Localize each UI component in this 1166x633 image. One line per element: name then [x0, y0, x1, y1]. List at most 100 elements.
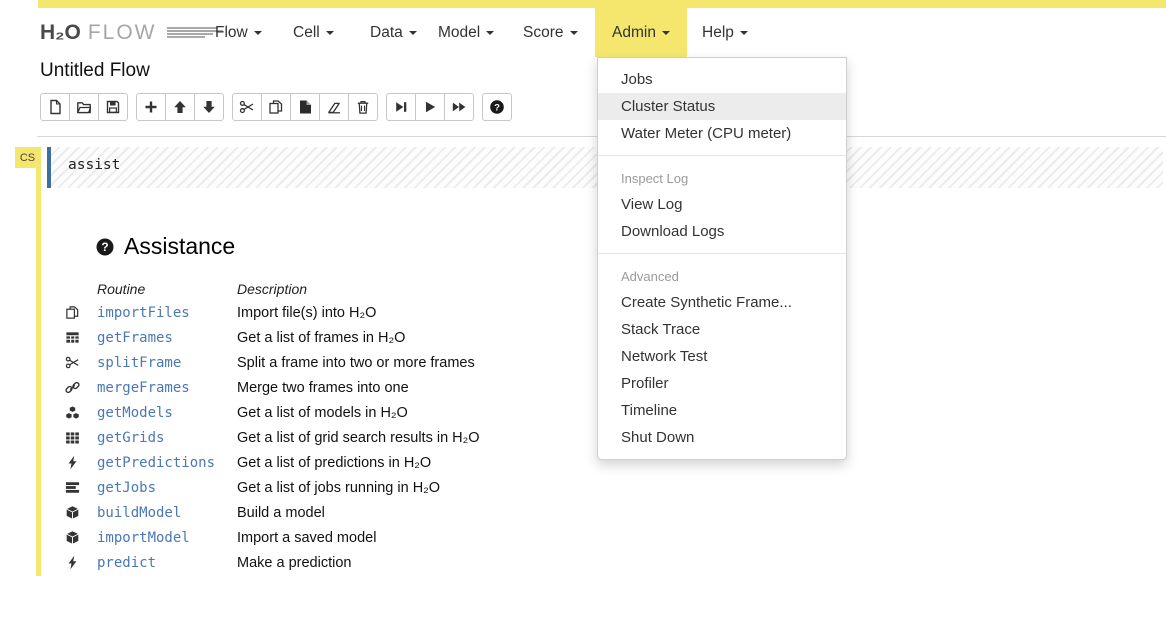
fast-forward-button[interactable] [444, 93, 474, 121]
eraser-button[interactable] [319, 93, 349, 121]
menu-section-header-advanced: Advanced [598, 262, 846, 289]
chevron-down-icon [486, 31, 494, 35]
cut-button[interactable] [232, 93, 262, 121]
app-logo[interactable]: H₂O FLOW [40, 8, 223, 57]
nav-item-label: Score [523, 24, 564, 42]
menu-item-stack-trace[interactable]: Stack Trace [598, 316, 846, 343]
column-header-routine: Routine [97, 281, 237, 297]
assist-row: splitFrame Split a frame into two or mor… [65, 350, 625, 375]
routine-link-getjobs[interactable]: getJobs [97, 480, 237, 496]
logo-h2o-text: H₂O [40, 21, 81, 45]
routine-description: Get a list of models in H₂O [237, 405, 625, 421]
save-button[interactable] [98, 93, 128, 121]
nav-item-label: Model [438, 24, 480, 42]
nav-item-label: Help [702, 24, 734, 42]
routine-link-getmodels[interactable]: getModels [97, 405, 237, 421]
step-forward-icon [393, 99, 409, 115]
nav-item-flow[interactable]: Flow [215, 8, 262, 57]
chevron-down-icon [740, 31, 748, 35]
nav-item-label: Data [370, 24, 403, 42]
routine-link-splitframe[interactable]: splitFrame [97, 355, 237, 371]
bolt-icon [65, 555, 80, 570]
copy-icon [268, 99, 284, 115]
assist-row: importFiles Import file(s) into H₂O [65, 300, 625, 325]
routine-description: Merge two frames into one [237, 380, 625, 396]
assist-row: getJobs Get a list of jobs running in H₂… [65, 475, 625, 500]
routine-description: Split a frame into two or more frames [237, 355, 625, 371]
menu-divider [598, 155, 846, 156]
toolbar-button-group [232, 93, 378, 121]
nav-item-admin[interactable]: Admin [595, 8, 687, 57]
selected-cell-indicator [36, 147, 41, 576]
cube-icon [65, 505, 80, 520]
routine-link-getframes[interactable]: getFrames [97, 330, 237, 346]
routine-link-predict[interactable]: predict [97, 555, 237, 571]
assist-row: mergeFrames Merge two frames into one [65, 375, 625, 400]
admin-dropdown-menu: JobsCluster StatusWater Meter (CPU meter… [597, 57, 847, 460]
toolbar-button-group [136, 93, 224, 121]
menu-item-download-logs[interactable]: Download Logs [598, 218, 846, 245]
menu-item-view-log[interactable]: View Log [598, 191, 846, 218]
file-icon [47, 99, 63, 115]
arrow-down-button[interactable] [194, 93, 224, 121]
nav-item-data[interactable]: Data [370, 8, 417, 57]
cell-type-badge: CS [15, 147, 40, 168]
assistance-title: Assistance [124, 233, 235, 260]
assistance-heading: ? Assistance [95, 233, 235, 260]
folder-open-icon [76, 99, 92, 115]
trash-button[interactable] [348, 93, 378, 121]
question-circle-button[interactable]: ? [482, 93, 512, 121]
menu-item-cluster-status[interactable]: Cluster Status [598, 93, 846, 120]
svg-text:?: ? [101, 240, 108, 254]
assist-row: predict Make a prediction [65, 550, 625, 575]
toolbar-button-group: ? [482, 93, 512, 121]
folder-open-button[interactable] [69, 93, 99, 121]
menu-section-header-inspect-log: Inspect Log [598, 164, 846, 191]
cut-icon [239, 99, 255, 115]
nav-item-label: Admin [612, 24, 656, 42]
paste-icon [297, 99, 313, 115]
paste-button[interactable] [290, 93, 320, 121]
plus-button[interactable] [136, 93, 166, 121]
nav-item-score[interactable]: Score [523, 8, 578, 57]
column-header-description: Description [237, 281, 625, 297]
chevron-down-icon [254, 31, 262, 35]
assistance-table-header: Routine Description [65, 277, 625, 300]
routine-description: Get a list of predictions in H₂O [237, 455, 625, 471]
toolbar-button-group [386, 93, 474, 121]
menu-item-shut-down[interactable]: Shut Down [598, 424, 846, 451]
copy-button[interactable] [261, 93, 291, 121]
cube-icon [65, 530, 80, 545]
step-forward-button[interactable] [386, 93, 416, 121]
play-button[interactable] [415, 93, 445, 121]
nav-item-cell[interactable]: Cell [293, 8, 334, 57]
nav-item-model[interactable]: Model [438, 8, 494, 57]
arrow-up-button[interactable] [165, 93, 195, 121]
routine-link-buildmodel[interactable]: buildModel [97, 505, 237, 521]
menu-item-jobs[interactable]: Jobs [598, 66, 846, 93]
nav-item-label: Flow [215, 24, 248, 42]
nav-item-help[interactable]: Help [702, 8, 748, 57]
menu-item-timeline[interactable]: Timeline [598, 397, 846, 424]
menu-item-create-synthetic-frame[interactable]: Create Synthetic Frame... [598, 289, 846, 316]
routine-description: Import file(s) into H₂O [237, 305, 625, 321]
routine-link-importmodel[interactable]: importModel [97, 530, 237, 546]
menu-item-profiler[interactable]: Profiler [598, 370, 846, 397]
menu-item-water-meter-cpu-meter[interactable]: Water Meter (CPU meter) [598, 120, 846, 147]
navbar: H₂O FLOW Flow Cell Data Model Score Admi… [38, 8, 1166, 57]
assist-row: getPredictions Get a list of predictions… [65, 450, 625, 475]
routine-description: Get a list of jobs running in H₂O [237, 480, 625, 496]
routine-link-mergeframes[interactable]: mergeFrames [97, 380, 237, 396]
assist-row: getModels Get a list of models in H₂O [65, 400, 625, 425]
routine-link-importfiles[interactable]: importFiles [97, 305, 237, 321]
chevron-down-icon [326, 31, 334, 35]
file-button[interactable] [40, 93, 70, 121]
routine-link-getpredictions[interactable]: getPredictions [97, 455, 237, 471]
menu-item-network-test[interactable]: Network Test [598, 343, 846, 370]
flow-title[interactable]: Untitled Flow [40, 60, 150, 82]
routine-link-getgrids[interactable]: getGrids [97, 430, 237, 446]
question-circle-icon: ? [489, 99, 505, 115]
arrow-up-icon [172, 99, 188, 115]
assist-row: getFrames Get a list of frames in H₂O [65, 325, 625, 350]
plus-icon [143, 99, 159, 115]
